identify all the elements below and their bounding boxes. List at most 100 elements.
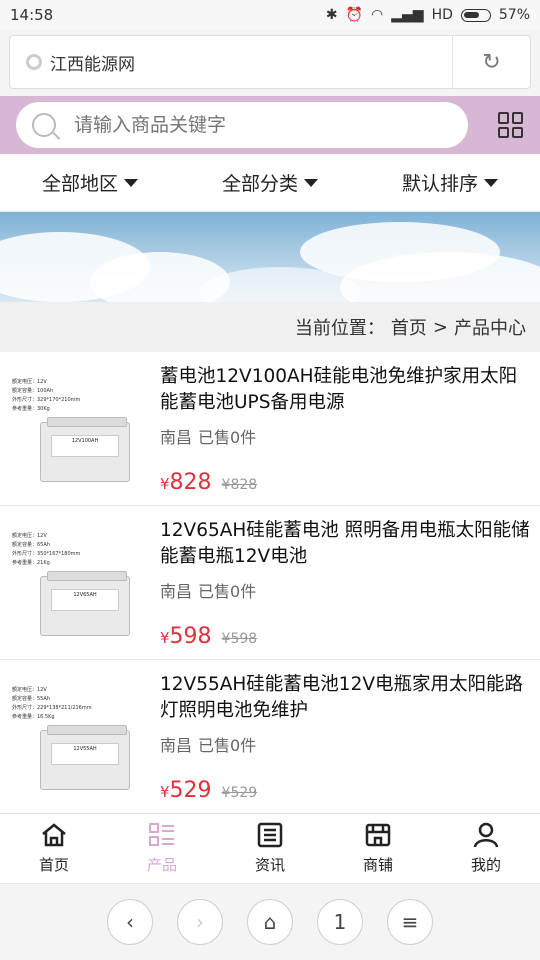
product-meta: 南昌 已售0件 xyxy=(160,424,530,448)
tab-products[interactable]: 产品 xyxy=(108,814,216,883)
product-prices: ¥529 ¥529 xyxy=(160,778,530,803)
battery-picture: 12V65AH xyxy=(40,571,130,636)
product-meta: 南昌 已售0件 xyxy=(160,732,530,756)
list-icon xyxy=(149,823,174,846)
sky-banner xyxy=(0,212,540,302)
refresh-button[interactable]: ↻ xyxy=(452,35,530,89)
breadcrumb-separator: > xyxy=(432,316,448,338)
chevron-left-icon: ‹ xyxy=(126,910,134,934)
breadcrumb: 当前位置： 首页 > 产品中心 xyxy=(0,302,540,352)
product-info: 12V55AH硅能蓄电池12V电瓶家用太阳能路灯照明电池免维护 南昌 已售0件 … xyxy=(148,668,530,813)
caret-down-icon xyxy=(304,178,318,187)
product-meta: 南昌 已售0件 xyxy=(160,578,530,602)
filter-category[interactable]: 全部分类 xyxy=(180,154,360,211)
product-location: 南昌 xyxy=(160,428,193,447)
menu-icon: ≡ xyxy=(401,910,419,934)
product-price: ¥529 xyxy=(160,778,212,803)
user-icon xyxy=(473,822,499,848)
product-title[interactable]: 12V65AH硅能蓄电池 照明备用电瓶太阳能储能蓄电瓶12V电池 xyxy=(160,518,530,570)
refresh-icon: ↻ xyxy=(482,49,501,75)
tab-label: 商铺 xyxy=(362,856,393,874)
tabs-button[interactable]: 1 xyxy=(317,899,363,945)
status-bar: 14:58 ✱ ⏰ ◠ ▂▄▆ HD 57% xyxy=(0,0,540,30)
tab-stores[interactable]: 商铺 xyxy=(324,814,432,883)
product-image[interactable]: 额定电压：12V 额定容量：65Ah 外形尺寸：350*167*180mm 参考重量：… xyxy=(10,514,148,652)
chevron-right-icon: › xyxy=(196,910,204,934)
alarm-icon: ⏰ xyxy=(345,7,364,23)
search-box[interactable] xyxy=(16,102,468,148)
browser-address-bar: 江西能源网 ↻ xyxy=(0,30,540,96)
tab-label: 首页 xyxy=(38,856,69,874)
battery-picture: 12V100AH xyxy=(40,417,130,482)
home-button[interactable]: ⌂ xyxy=(247,899,293,945)
tab-label: 产品 xyxy=(146,856,177,874)
product-sold: 已售0件 xyxy=(198,582,257,601)
tab-home[interactable]: 首页 xyxy=(0,814,108,883)
product-spec: 额定电压：12V 额定容量：100Ah 外形尺寸：329*170*210mm 参考重量… xyxy=(12,379,81,412)
breadcrumb-current: 产品中心 xyxy=(454,318,526,339)
product-old-price: ¥598 xyxy=(221,631,258,647)
bottom-tab-bar: 首页 产品 资讯 商铺 我的 xyxy=(0,813,540,883)
tab-label: 我的 xyxy=(470,856,501,874)
search-input[interactable] xyxy=(74,114,434,136)
product-item[interactable]: 额定电压：12V 额定容量：100Ah 外形尺寸：329*170*210mm 参考重量… xyxy=(0,352,540,506)
battery-level: 57% xyxy=(498,7,530,23)
product-old-price: ¥828 xyxy=(221,477,258,493)
caret-down-icon xyxy=(484,178,498,187)
product-sold: 已售0件 xyxy=(198,736,257,755)
product-old-price: ¥529 xyxy=(221,785,258,801)
product-item[interactable]: 额定电压：12V 额定容量：65Ah 外形尺寸：350*167*180mm 参考重量：… xyxy=(0,506,540,660)
product-prices: ¥598 ¥598 xyxy=(160,624,530,649)
product-price: ¥598 xyxy=(160,624,212,649)
product-title[interactable]: 蓄电池12V100AH硅能电池免维护家用太阳能蓄电池UPS备用电源 xyxy=(160,364,530,416)
page-title[interactable]: 江西能源网 xyxy=(50,50,452,75)
wifi-icon: ◠ xyxy=(371,7,384,23)
browser-nav-bar: ‹ › ⌂ 1 ≡ xyxy=(0,883,540,960)
bluetooth-icon: ✱ xyxy=(325,7,338,23)
product-spec: 额定电压：12V 额定容量：55Ah 外形尺寸：229*138*211/216mm 参… xyxy=(12,687,92,720)
product-prices: ¥828 ¥828 xyxy=(160,470,530,495)
back-button[interactable]: ‹ xyxy=(107,899,153,945)
house-icon: ⌂ xyxy=(263,910,277,934)
filter-label: 全部地区 xyxy=(41,173,118,195)
product-item[interactable]: 额定电压：12V 额定容量：55Ah 外形尺寸：229*138*211/216mm 参… xyxy=(0,660,540,814)
product-spec: 额定电压：12V 额定容量：65Ah 外形尺寸：350*167*180mm 参考重量：… xyxy=(12,533,81,566)
menu-button[interactable]: ≡ xyxy=(387,899,433,945)
product-location: 南昌 xyxy=(160,736,193,755)
search-icon xyxy=(32,113,56,137)
battery-picture: 12V55AH xyxy=(40,725,130,790)
product-image[interactable]: 额定电压：12V 额定容量：55Ah 外形尺寸：229*138*211/216mm 参… xyxy=(10,668,148,806)
product-info: 12V65AH硅能蓄电池 照明备用电瓶太阳能储能蓄电瓶12V电池 南昌 已售0件… xyxy=(148,514,530,659)
product-image[interactable]: 额定电压：12V 额定容量：100Ah 外形尺寸：329*170*210mm 参考重量… xyxy=(10,360,148,498)
network-type: HD xyxy=(431,7,453,23)
product-info: 蓄电池12V100AH硅能电池免维护家用太阳能蓄电池UPS备用电源 南昌 已售0… xyxy=(148,360,530,505)
forward-button[interactable]: › xyxy=(177,899,223,945)
filter-region[interactable]: 全部地区 xyxy=(0,154,180,211)
tab-count: 1 xyxy=(333,910,347,934)
site-icon xyxy=(26,54,42,70)
breadcrumb-home-link[interactable]: 首页 xyxy=(391,314,427,340)
tab-label: 资讯 xyxy=(254,856,285,874)
tab-profile[interactable]: 我的 xyxy=(432,814,540,883)
signal-icon: ▂▄▆ xyxy=(391,7,424,23)
product-title[interactable]: 12V55AH硅能蓄电池12V电瓶家用太阳能路灯照明电池免维护 xyxy=(160,672,530,724)
news-icon xyxy=(257,822,283,848)
home-icon xyxy=(42,823,66,847)
product-price: ¥828 xyxy=(160,470,212,495)
status-indicators: ✱ ⏰ ◠ ▂▄▆ HD 57% xyxy=(326,7,530,23)
category-grid-icon[interactable] xyxy=(498,112,524,138)
battery-icon xyxy=(460,8,491,22)
store-icon xyxy=(365,823,391,847)
product-sold: 已售0件 xyxy=(198,428,257,447)
tab-news[interactable]: 资讯 xyxy=(216,814,324,883)
filter-label: 默认排序 xyxy=(401,173,478,195)
product-list: 额定电压：12V 额定容量：100Ah 外形尺寸：329*170*210mm 参考重量… xyxy=(0,352,540,814)
caret-down-icon xyxy=(124,178,138,187)
status-time: 14:58 xyxy=(10,6,54,24)
search-bar xyxy=(0,96,540,154)
product-location: 南昌 xyxy=(160,582,193,601)
filter-label: 全部分类 xyxy=(221,173,298,195)
filter-sort[interactable]: 默认排序 xyxy=(360,154,540,211)
address-box[interactable]: 江西能源网 ↻ xyxy=(9,35,531,89)
breadcrumb-prefix: 当前位置： xyxy=(294,318,385,339)
